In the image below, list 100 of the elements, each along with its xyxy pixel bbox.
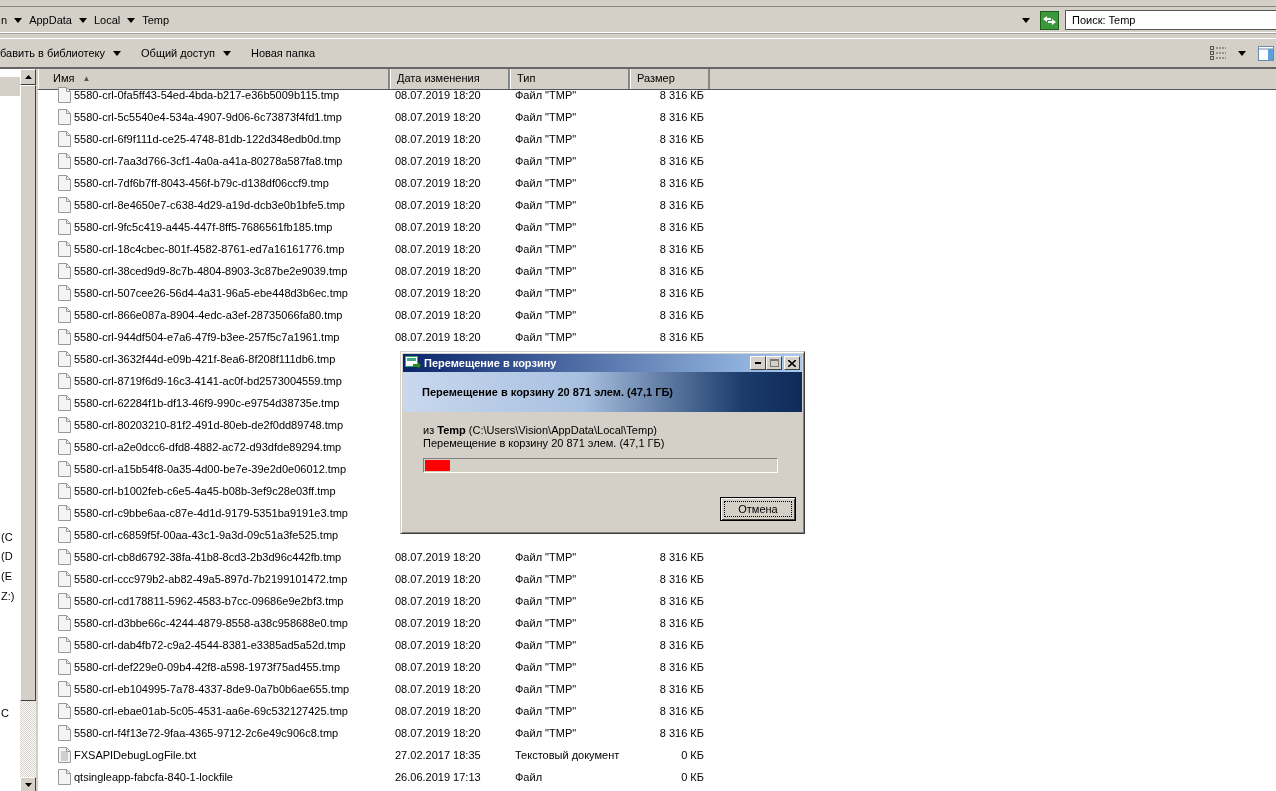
file-name[interactable]: 5580-crl-3632f44d-e09b-421f-8ea6-8f208f111db6.tmp bbox=[74, 353, 336, 365]
file-name[interactable]: 5580-crl-6f9f111d-ce25-4748-81db-122d348edb0d.tmp bbox=[74, 133, 341, 145]
file-icon bbox=[58, 307, 71, 323]
file-name[interactable]: 5580-crl-a2e0dcc6-dfd8-4882-ac72-d93dfde89294.tmp bbox=[74, 441, 342, 453]
search-field[interactable]: Поиск: Temp bbox=[1065, 10, 1276, 30]
nav-item[interactable]: (D bbox=[0, 547, 20, 567]
size-cell: 8 316 КБ bbox=[659, 265, 704, 277]
date-cell: 08.07.2019 18:20 bbox=[395, 111, 481, 123]
file-name[interactable]: 5580-crl-a15b54f8-0a35-4d00-be7e-39e2d0e06012.tmp bbox=[74, 463, 347, 475]
source-text: из Temp (C:\Users\Vision\AppData\Local\Temp) bbox=[423, 424, 658, 437]
minimize-button[interactable] bbox=[750, 356, 766, 370]
nav-item[interactable]: C bbox=[0, 704, 20, 724]
refresh-icon[interactable] bbox=[1040, 10, 1059, 30]
file-name[interactable]: 5580-crl-18c4cbec-801f-4582-8761-ed7a16161776.tmp bbox=[74, 243, 345, 255]
file-icon bbox=[58, 725, 71, 741]
file-name[interactable]: 5580-crl-ebae01ab-5c05-4531-aa6e-69c532127425.tmp bbox=[74, 705, 348, 717]
file-name[interactable]: 5580-crl-dab4fb72-c9a2-4544-8381-e3385ad5a52d.tmp bbox=[74, 639, 346, 651]
column-header[interactable]: Тип bbox=[510, 69, 630, 89]
file-name[interactable]: 5580-crl-507cee26-56d4-4a31-96a5-ebe448d3b6ec.tmp bbox=[74, 287, 348, 299]
scroll-down-icon[interactable] bbox=[24, 783, 32, 787]
date-cell: 26.06.2019 17:13 bbox=[395, 771, 481, 783]
view-list-icon[interactable] bbox=[1210, 46, 1226, 60]
column-header[interactable]: Размер bbox=[630, 69, 710, 89]
toolbar-button[interactable]: бавить в библиотеку bbox=[0, 45, 122, 61]
file-name[interactable]: 5580-crl-62284f1b-df13-46f9-990c-e9754d38735e.tmp bbox=[74, 397, 340, 409]
dropdown-caret-icon[interactable] bbox=[1022, 17, 1030, 23]
file-name[interactable]: 5580-crl-eb104995-7a78-4337-8de9-0a7b0b6ae655.tmp bbox=[74, 683, 350, 695]
minimize-icon bbox=[755, 362, 761, 364]
nav-item[interactable]: (E bbox=[0, 567, 20, 586]
file-name[interactable]: qtsingleapp-fabcfa-840-1-lockfile bbox=[74, 771, 233, 783]
type-cell: Файл "TMP" bbox=[515, 243, 577, 255]
date-cell: 08.07.2019 18:20 bbox=[395, 727, 481, 739]
file-name[interactable]: 5580-crl-5c5540e4-534a-4907-9d06-6c73873f4fd1.tmp bbox=[74, 111, 342, 123]
file-name[interactable]: 5580-crl-d3bbe66c-4244-4879-8558-a38c958688e0.tmp bbox=[74, 617, 348, 629]
column-header[interactable]: Дата изменения bbox=[390, 69, 510, 89]
file-name[interactable]: 5580-crl-c6859f5f-00aa-43c1-9a3d-09c51a3fe525.tmp bbox=[74, 529, 339, 541]
file-name[interactable]: 5580-crl-38ced9d9-8c7b-4804-8903-3c87be2e9039.tmp bbox=[74, 265, 348, 277]
file-name[interactable]: 5580-crl-8719f6d9-16c3-4141-ac0f-bd2573004559.tmp bbox=[74, 375, 342, 387]
file-name[interactable]: 5580-crl-7aa3d766-3cf1-4a0a-a41a-80278a587fa8.tmp bbox=[74, 155, 343, 167]
maximize-button[interactable] bbox=[766, 356, 782, 370]
toolbar-button[interactable]: Общий доступ bbox=[141, 45, 231, 61]
file-icon bbox=[58, 329, 71, 345]
file-icon bbox=[58, 285, 71, 301]
caret-icon bbox=[127, 17, 136, 23]
date-cell: 08.07.2019 18:20 bbox=[395, 639, 481, 651]
file-icon bbox=[58, 197, 71, 213]
file-name[interactable]: 5580-crl-def229e0-09b4-42f8-a598-1973f75ad455.tmp bbox=[74, 661, 341, 673]
file-icon bbox=[58, 131, 71, 147]
date-cell: 08.07.2019 18:20 bbox=[395, 617, 481, 629]
breadcrumb[interactable]: AppData bbox=[28, 14, 73, 26]
type-cell: Файл "TMP" bbox=[515, 133, 577, 145]
file-icon bbox=[58, 153, 71, 169]
file-name[interactable]: 5580-crl-ccc979b2-ab82-49a5-897d-7b2199101472.tmp bbox=[74, 573, 348, 585]
type-cell: Файл "TMP" bbox=[515, 111, 577, 123]
caret-icon bbox=[14, 17, 23, 23]
size-cell: 8 316 КБ bbox=[659, 89, 704, 101]
breadcrumb[interactable]: Local bbox=[92, 14, 122, 26]
file-name[interactable]: 5580-crl-9fc5c419-a445-447f-8ff5-7686561fb185.tmp bbox=[74, 221, 333, 233]
view-caret-icon[interactable] bbox=[1238, 50, 1246, 56]
preview-pane-icon[interactable] bbox=[1258, 45, 1274, 61]
date-cell: 08.07.2019 18:20 bbox=[395, 573, 481, 585]
file-name[interactable]: 5580-crl-944df504-e7a6-47f9-b3ee-257f5c7a1961.tmp bbox=[74, 331, 340, 343]
size-cell: 0 КБ bbox=[681, 771, 704, 783]
scroll-thumb[interactable] bbox=[20, 85, 36, 701]
size-cell: 8 316 КБ bbox=[659, 705, 704, 717]
size-cell: 8 316 КБ bbox=[659, 177, 704, 189]
close-button[interactable] bbox=[784, 356, 800, 370]
date-cell: 08.07.2019 18:20 bbox=[395, 309, 481, 321]
scroll-up-icon[interactable] bbox=[24, 75, 32, 79]
file-icon bbox=[58, 571, 71, 587]
type-cell: Файл "TMP" bbox=[515, 265, 577, 277]
cancel-button[interactable]: Отмена bbox=[720, 497, 796, 521]
file-name[interactable]: 5580-crl-f4f13e72-9faa-4365-9712-2c6e49c906c8.tmp bbox=[74, 727, 339, 739]
date-cell: 08.07.2019 18:20 bbox=[395, 155, 481, 167]
file-icon bbox=[58, 395, 71, 411]
breadcrumb[interactable]: n bbox=[0, 14, 9, 26]
file-icon bbox=[58, 241, 71, 257]
file-name[interactable]: 5580-crl-cb8d6792-38fa-41b8-8cd3-2b3d96c442fb.tmp bbox=[74, 551, 342, 563]
date-cell: 08.07.2019 18:20 bbox=[395, 683, 481, 695]
file-name[interactable]: 5580-crl-b1002feb-c6e5-4a45-b08b-3ef9c28e03ff.tmp bbox=[74, 485, 336, 497]
file-name[interactable]: 5580-crl-0fa5ff43-54ed-4bda-b217-e36b5009b115.tmp bbox=[74, 89, 339, 101]
type-cell: Файл "TMP" bbox=[515, 309, 577, 321]
file-name[interactable]: 5580-crl-cd178811-5962-4583-b7cc-09686e9e2bf3.tmp bbox=[74, 595, 344, 607]
file-name[interactable]: 5580-crl-80203210-81f2-491d-80eb-de2f0dd89748.tmp bbox=[74, 419, 344, 431]
nav-item[interactable]: (C bbox=[0, 527, 20, 547]
file-icon bbox=[58, 109, 71, 125]
file-name[interactable]: 5580-crl-8e4650e7-c638-4d29-a19d-dcb3e0b1bfe5.tmp bbox=[74, 199, 345, 211]
file-name[interactable]: FXSAPIDebugLogFile.txt bbox=[74, 749, 197, 761]
breadcrumb[interactable]: Temp bbox=[141, 14, 171, 26]
toolbar-button[interactable]: Новая папка bbox=[250, 45, 316, 61]
file-name[interactable]: 5580-crl-c9bbe6aa-c87e-4d1d-9179-5351ba9191e3.tmp bbox=[74, 507, 348, 519]
file-name[interactable]: 5580-crl-866e087a-8904-4edc-a3ef-28735066fa80.tmp bbox=[74, 309, 343, 321]
size-cell: 8 316 КБ bbox=[659, 133, 704, 145]
file-name[interactable]: 5580-crl-7df6b7ff-8043-456f-b79c-d138df06ccf9.tmp bbox=[74, 177, 329, 189]
file-icon bbox=[58, 483, 71, 499]
file-icon bbox=[58, 439, 71, 455]
column-header[interactable]: Имя ▲ bbox=[38, 69, 390, 89]
nav-item[interactable]: Z:) bbox=[0, 586, 20, 606]
file-icon bbox=[58, 87, 71, 103]
file-icon bbox=[58, 351, 71, 367]
